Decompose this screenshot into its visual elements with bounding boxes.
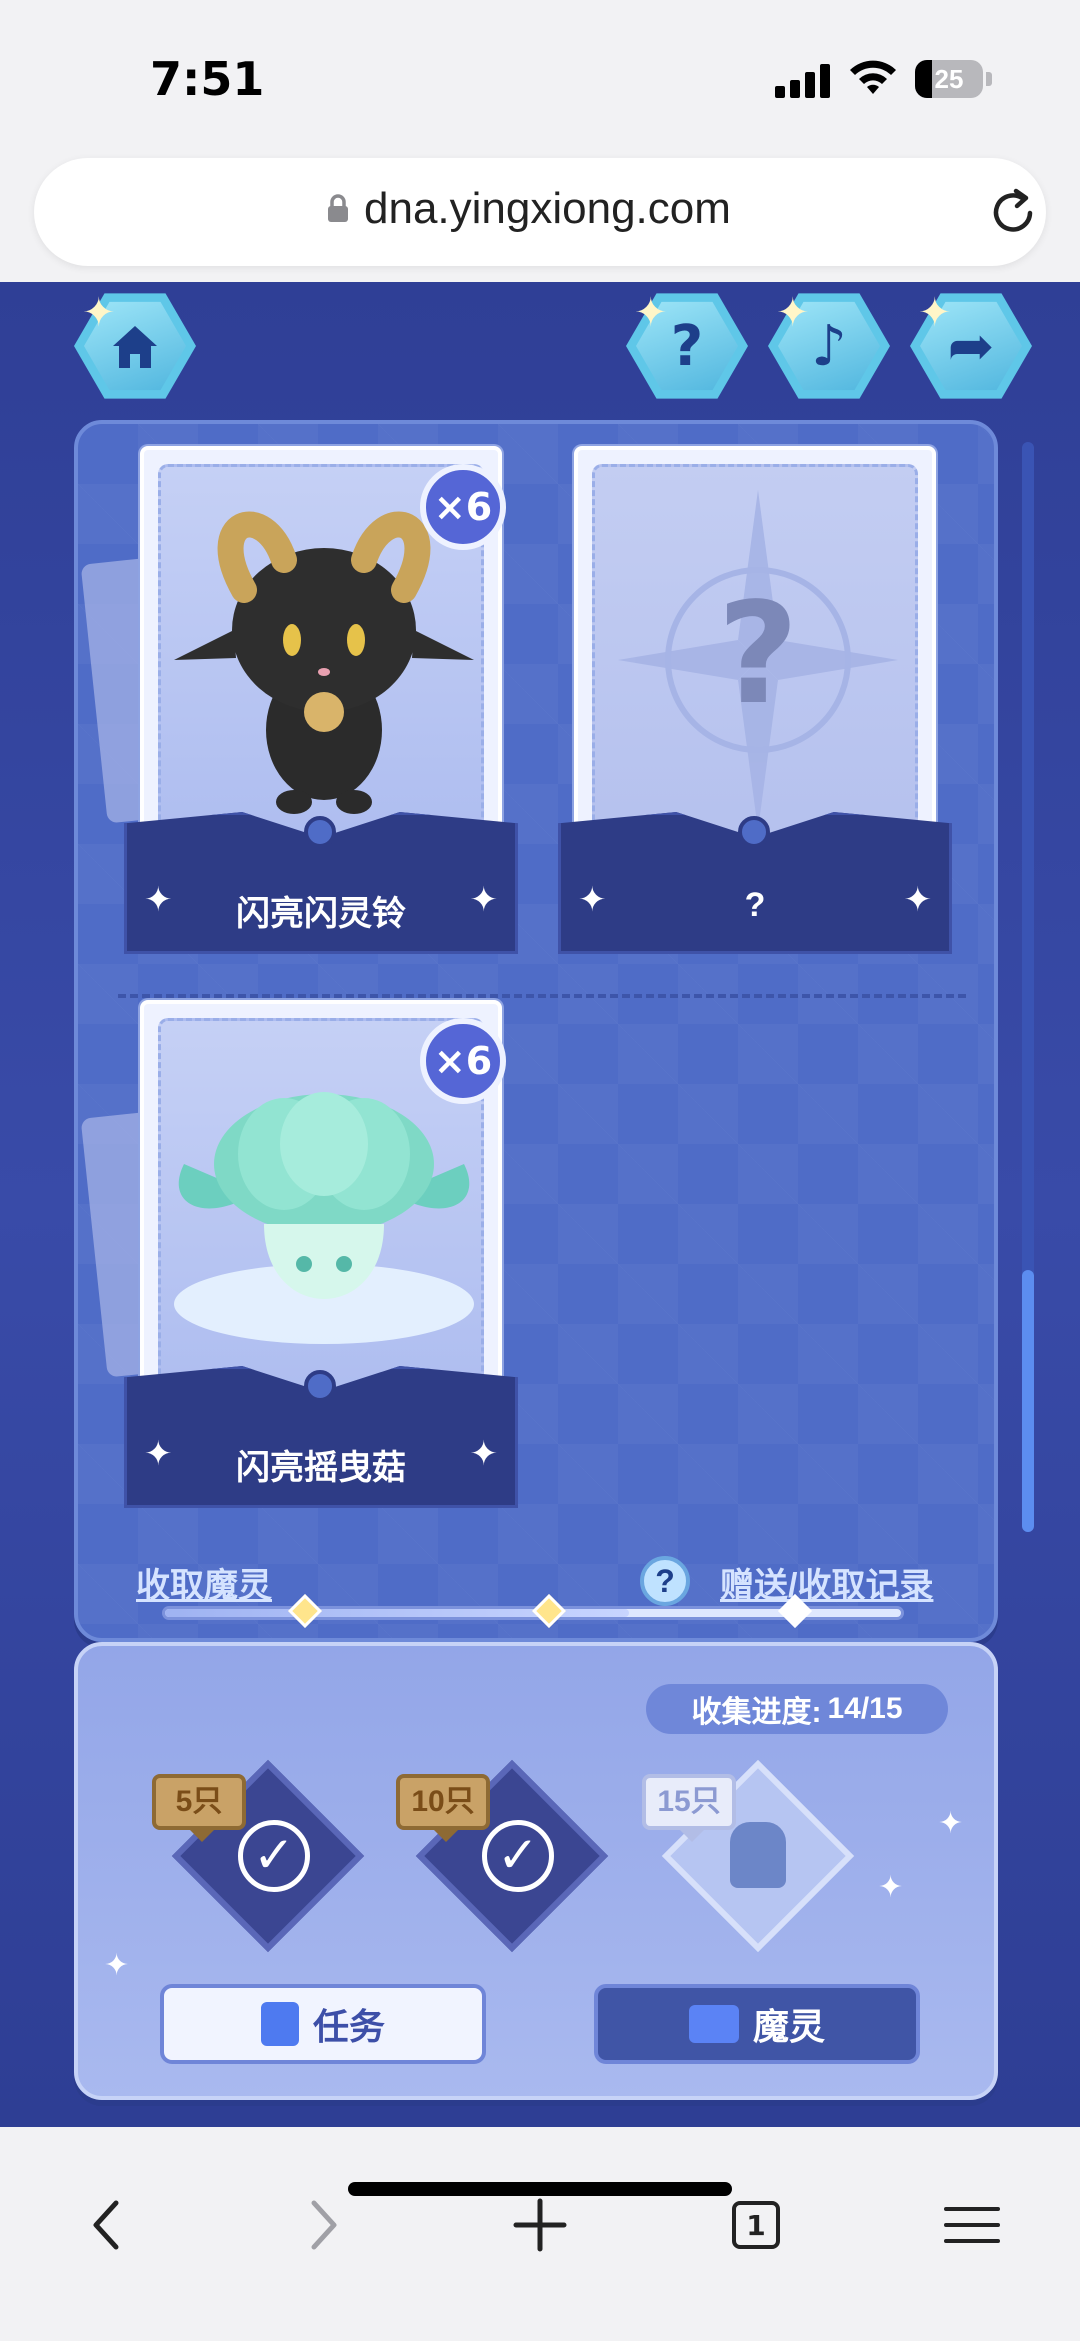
battery-cap [986,72,992,86]
status-time: 7:51 [150,52,265,106]
back-button[interactable] [66,2185,146,2265]
sparkle-icon: ✦ [918,291,952,335]
menu-button[interactable] [932,2185,1012,2265]
count-badge: ×6 [420,1018,506,1104]
spirit-card[interactable]: ×6 ✦ 闪亮摇曳菇 ✦ [80,1000,524,1510]
sparkle-icon: ✦ [903,881,933,919]
task-button[interactable]: 任务 [160,1984,486,2064]
music-button[interactable]: ♪ ✦ [768,290,890,402]
spirit-card[interactable]: ×6 ✦ 闪亮闪灵铃 ✦ [80,446,524,956]
tab-count: 1 [732,2201,780,2249]
tabs-button[interactable]: 1 [716,2185,796,2265]
gift-records-link[interactable]: 赠送/收取记录 [720,1558,933,1607]
game-view: ✦ ? ✦ ♪ ✦ ➦ ✦ ×6 ✦ 闪亮闪灵铃 ✦ ? ✦ ? ✦ ×6 ✦ … [0,282,1080,2127]
help-button[interactable]: ? ✦ [626,290,748,402]
chevron-right-icon [311,2200,337,2250]
signal-icon [775,62,831,98]
sparkle-icon: ✦ [469,1435,499,1473]
sparkle-icon: ✦ [776,291,810,335]
spirit-card-unknown[interactable]: ? ✦ ? ✦ [558,446,958,956]
forward-button[interactable] [284,2185,364,2265]
browser-toolbar: 1 [0,2127,1080,2341]
count-badge: ×6 [420,464,506,550]
url-text[interactable]: dna.yingxiong.com [364,184,731,234]
home-indicator [348,2182,732,2196]
battery-icon: 25 [915,60,983,98]
sparkle-icon: ✦ [634,291,668,335]
reload-icon[interactable] [986,186,1040,240]
records-help-icon[interactable]: ? [640,1556,690,1606]
home-button[interactable]: ✦ [74,290,196,402]
sparkle-icon: ✦ [82,291,116,335]
document-check-icon [260,2002,299,2046]
progress-track [162,1594,904,1628]
card-name: 闪亮闪灵铃 [236,895,406,933]
wifi-icon [850,60,896,94]
task-button-label: 任务 [312,2006,385,2047]
spirit-button-label: 魔灵 [752,2006,825,2047]
menu-icon [944,2207,1000,2243]
receive-spirit-link[interactable]: 收取魔灵 [136,1558,272,1607]
spirit-button[interactable]: 魔灵 [594,1984,920,2064]
svg-text:?: ? [717,573,798,736]
chevron-left-icon [93,2200,119,2250]
sparkle-icon: ✦ [469,881,499,919]
card-name: 闪亮摇曳菇 [236,1449,406,1487]
new-tab-button[interactable] [500,2185,580,2265]
row-divider [118,994,966,998]
card-name: ? [744,886,766,924]
green-mushroom-spirit-image [174,1092,474,1344]
folder-add-icon [688,2005,739,2043]
share-button[interactable]: ➦ ✦ [910,290,1032,402]
plus-icon [513,2198,567,2252]
battery-level: 25 [934,64,964,94]
lock-icon [328,194,348,222]
compass-star-emblem: ? [618,490,898,830]
url-bar[interactable]: dna.yingxiong.com [34,158,1046,266]
status-bar: 7:51 25 [0,0,1080,150]
scrollbar-thumb[interactable] [1022,1270,1034,1532]
